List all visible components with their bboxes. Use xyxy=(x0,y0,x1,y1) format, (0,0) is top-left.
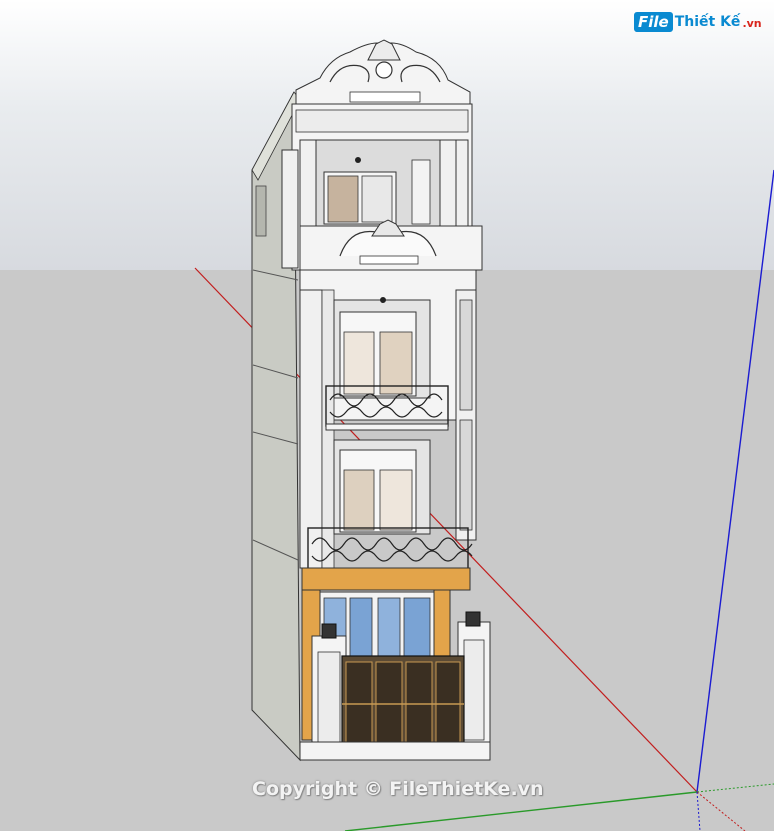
3d-scene[interactable] xyxy=(0,0,774,831)
logo-mark: File xyxy=(634,12,673,32)
building-facade xyxy=(281,39,491,761)
site-logo: File Thiết Kế .vn xyxy=(634,12,762,32)
logo-tld: .vn xyxy=(742,17,762,30)
logo-name: Thiết Kế xyxy=(674,14,741,30)
copyright-watermark: Copyright © FileThietKe.vn xyxy=(252,778,544,800)
gate xyxy=(341,655,465,757)
model-viewport[interactable]: File Thiết Kế .vn Copyright © FileThietK… xyxy=(0,0,774,831)
